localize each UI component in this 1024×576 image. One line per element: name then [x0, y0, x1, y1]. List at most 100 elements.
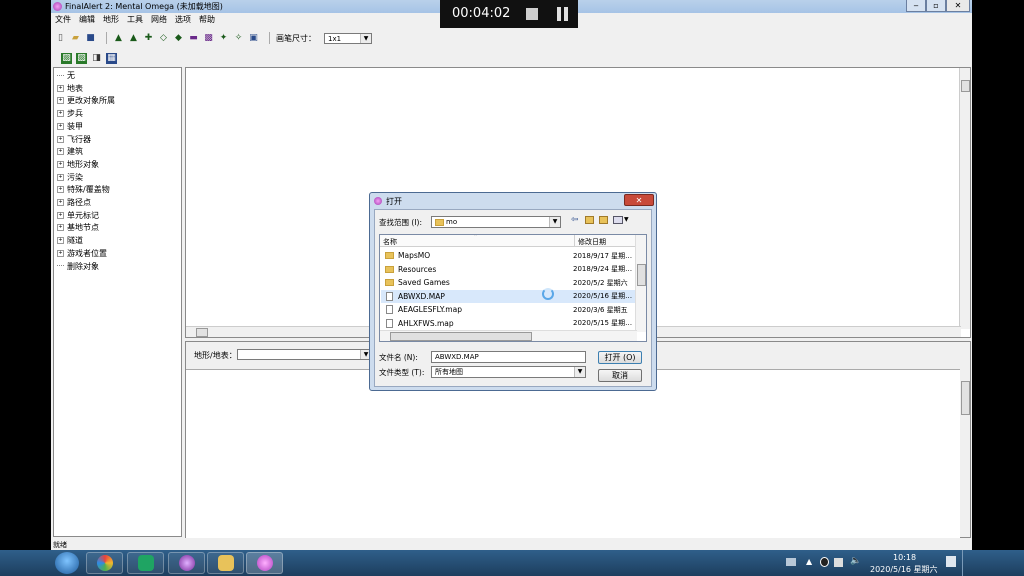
scroll-thumb[interactable] [390, 332, 532, 341]
filetype-select[interactable]: 所有地图 ▼ [431, 366, 586, 378]
menu-item[interactable]: 文件 [51, 13, 75, 26]
column-header-date[interactable]: 修改日期 [575, 235, 635, 247]
minimize-button[interactable]: ‒ [906, 0, 926, 12]
tree-item[interactable]: + 建筑 [57, 146, 83, 157]
volume-icon[interactable]: 🔈 [850, 556, 861, 566]
file-list-item[interactable]: Resources 2018/9/24 星期… [381, 263, 635, 276]
scroll-thumb[interactable] [196, 328, 208, 337]
object-tree[interactable]: 无 + 地表 + 更改对象所属 + 步兵 + 装甲 + 飞行器 + 建筑 + 地形对象 + 污染 + 特殊/覆盖物 +… [53, 67, 182, 537]
stop-icon[interactable] [526, 8, 538, 20]
column-header-name[interactable]: 名称 ˄ [380, 235, 575, 247]
vertical-scrollbar[interactable] [635, 235, 646, 332]
file-list-item[interactable]: AHLXFWS.map 2020/5/15 星期… [381, 317, 635, 330]
menu-item[interactable]: 编辑 [75, 13, 99, 26]
start-button[interactable] [55, 552, 79, 574]
expand-icon[interactable]: + [57, 199, 64, 206]
pause-icon[interactable] [557, 7, 561, 21]
expand-icon[interactable]: + [57, 122, 64, 130]
terrain-tool-icon[interactable]: ▨ [61, 52, 72, 64]
menu-item[interactable]: 选项 [171, 13, 195, 26]
tree-item[interactable]: + 特殊/覆盖物 [57, 184, 110, 195]
filename-input[interactable]: ABWXD.MAP [431, 351, 586, 363]
expand-icon[interactable]: + [57, 173, 64, 181]
open-button[interactable]: 打开 (O) [598, 351, 642, 364]
clock-time[interactable]: 10:18 [893, 553, 916, 562]
maximize-button[interactable]: ▫ [926, 0, 946, 12]
tree-item[interactable]: + 更改对象所属 [57, 95, 115, 106]
expand-icon[interactable]: + [57, 249, 64, 257]
tree-item[interactable]: 无 [57, 70, 75, 81]
horizontal-scrollbar[interactable] [380, 330, 637, 341]
tree-item[interactable]: + 游戏者位置 [57, 248, 107, 259]
tray-device-icon[interactable] [786, 558, 796, 566]
object-tool-icon[interactable]: ▨ [76, 52, 87, 64]
tree-item[interactable]: + 地表 [57, 83, 83, 94]
dialog-close-button[interactable]: ✕ [624, 194, 654, 206]
terrain-select[interactable]: ▼ [237, 349, 372, 360]
file-list-item[interactable]: ABWXD.MAP 2020/5/16 星期… [381, 289, 635, 303]
vertical-scrollbar[interactable] [960, 369, 970, 537]
menu-item[interactable]: 工具 [123, 13, 147, 26]
scroll-thumb[interactable] [961, 381, 970, 415]
expand-icon[interactable]: + [57, 160, 64, 168]
save-icon[interactable]: ■ [85, 33, 96, 44]
tree-item[interactable]: + 飞行器 [57, 134, 91, 145]
cancel-button[interactable]: 取消 [598, 369, 642, 382]
tile-icon[interactable]: ◆ [173, 33, 184, 44]
network-icon[interactable] [834, 558, 843, 567]
expand-icon[interactable]: + [57, 186, 64, 194]
menu-item[interactable]: 帮助 [195, 13, 219, 26]
info-icon[interactable]: ◨ [91, 53, 102, 64]
tree-item[interactable]: + 单元标记 [57, 210, 99, 221]
water-icon[interactable]: ▩ [203, 33, 214, 44]
new-folder-icon[interactable] [599, 216, 608, 224]
taskbar-explorer[interactable] [207, 552, 244, 574]
view-menu-icon[interactable] [613, 216, 623, 224]
back-icon[interactable]: ⇦ [571, 215, 579, 225]
raise-ground-icon[interactable]: ▲ [113, 33, 124, 44]
menu-item[interactable]: 网络 [147, 13, 171, 26]
action-center-icon[interactable] [946, 556, 956, 567]
expand-icon[interactable]: + [57, 97, 64, 105]
tree-item[interactable]: + 污染 [57, 172, 83, 183]
shore-icon[interactable]: ✧ [233, 33, 244, 44]
up-folder-icon[interactable] [585, 216, 594, 224]
tree-item[interactable]: + 步兵 [57, 108, 83, 119]
lower-ground-icon[interactable]: ▲ [128, 33, 139, 44]
taskbar-app-3[interactable] [168, 552, 205, 574]
open-folder-icon[interactable]: ▰ [70, 33, 81, 44]
show-desktop-button[interactable] [962, 550, 973, 576]
tree-item[interactable]: + 隧道 [57, 235, 83, 246]
grid-icon[interactable]: ▦ [106, 52, 117, 64]
brush-size-select[interactable]: 1x1 ▼ [324, 32, 372, 44]
flatten-icon[interactable]: ✚ [143, 33, 154, 44]
expand-icon[interactable]: + [57, 237, 64, 245]
expand-icon[interactable]: + [57, 211, 64, 219]
tree-item[interactable]: + 装甲 [57, 121, 83, 132]
expand-icon[interactable]: + [57, 148, 64, 156]
scroll-thumb[interactable] [961, 80, 970, 92]
taskbar-finalalert[interactable] [246, 552, 283, 574]
tree-item[interactable]: + 基地节点 [57, 222, 99, 233]
taskbar-app-1[interactable] [86, 552, 123, 574]
menu-item[interactable]: 地形 [99, 13, 123, 26]
expand-icon[interactable]: + [57, 224, 64, 232]
qq-icon[interactable] [820, 557, 829, 567]
expand-icon[interactable]: + [57, 135, 64, 143]
expand-icon[interactable]: + [57, 84, 64, 92]
clock-date[interactable]: 2020/5/16 星期六 [870, 564, 938, 575]
close-button[interactable]: ✕ [946, 0, 970, 12]
map-icon[interactable]: ▣ [248, 33, 259, 44]
hide-icon[interactable]: ◇ [158, 33, 169, 44]
terrain-list[interactable] [186, 369, 960, 538]
file-list-item[interactable]: AEAGLESFLY.map 2020/3/6 星期五 [381, 303, 635, 316]
expand-icon[interactable]: + [57, 110, 64, 118]
vertical-scrollbar[interactable] [959, 68, 970, 329]
tree-item[interactable]: 删除对象 [57, 261, 99, 272]
tray-expand-icon[interactable]: ▲ [806, 557, 812, 566]
chevron-down-icon[interactable]: ▼ [624, 216, 629, 223]
file-list-item[interactable]: Saved Games 2020/5/2 星期六 [381, 276, 635, 289]
tree-item[interactable]: + 路径点 [57, 197, 91, 208]
ramp-icon[interactable]: ✦ [218, 33, 229, 44]
cliff-icon[interactable]: ▬ [188, 33, 199, 44]
